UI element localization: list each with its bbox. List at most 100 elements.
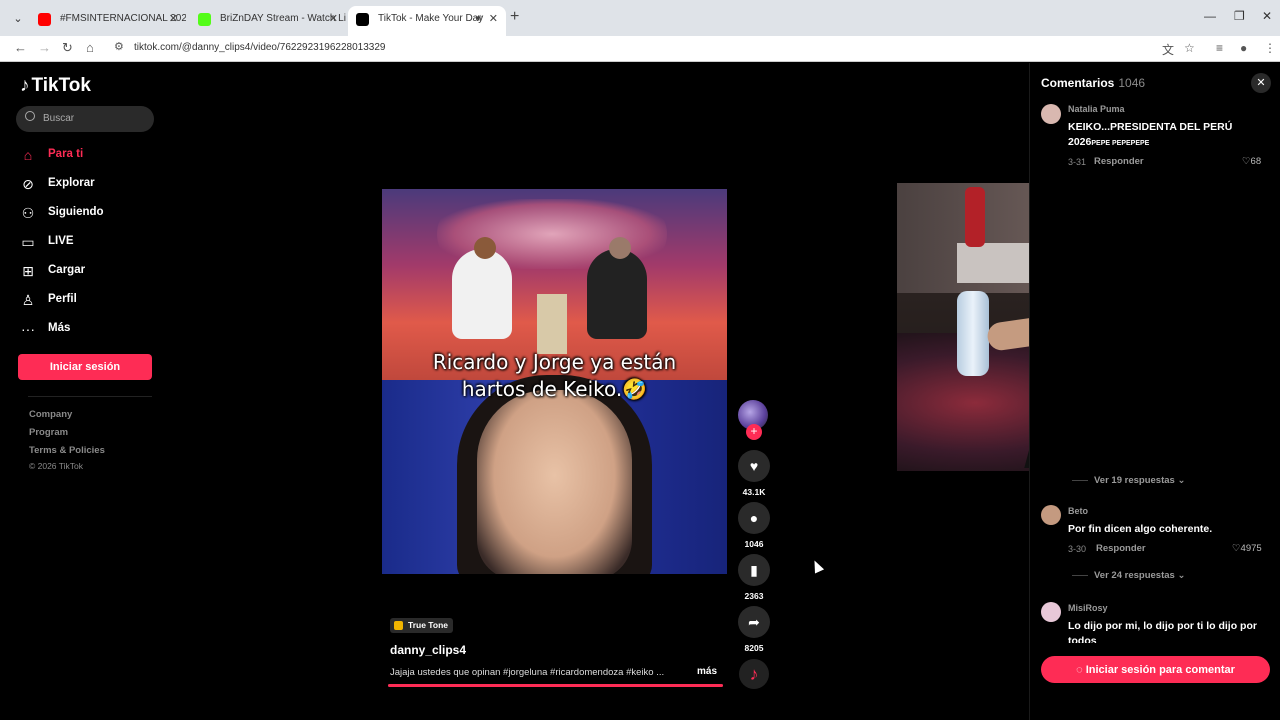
sound-badge-icon <box>394 621 403 630</box>
comment-author[interactable]: MisiRosy <box>1068 603 1108 613</box>
video-caption: Ricardo y Jorge ya están hartos de Keiko… <box>382 349 727 403</box>
avatar[interactable] <box>1041 104 1061 124</box>
reply-button[interactable]: Responder <box>1096 543 1146 554</box>
tiktok-page: ♪ TikTok Buscar ⌂ Para ti ⊘ Explorar ⚇ Si… <box>0 63 1280 720</box>
sidebar-item-perfil[interactable]: ♙ Perfil <box>20 290 170 312</box>
search-icon <box>25 111 35 121</box>
progress-fill <box>388 684 723 687</box>
close-comments-icon[interactable]: ✕ <box>1251 73 1271 93</box>
youtube-favicon-icon <box>38 13 51 26</box>
bookmark-icon[interactable]: ▮ <box>738 554 770 586</box>
upload-icon: ⊞ <box>22 263 34 279</box>
profile-icon[interactable]: ● <box>1240 41 1247 55</box>
tiktok-note-icon: ♪ <box>20 75 30 96</box>
sidebar-item-label: Siguiendo <box>48 206 104 218</box>
sound-badge-label: True Tone <box>408 620 448 630</box>
footer-link-program[interactable]: Program <box>29 427 68 438</box>
new-tab-icon[interactable]: + <box>510 8 519 26</box>
red-bottle <box>965 187 985 247</box>
sidebar-item-label: Más <box>48 322 71 334</box>
footer-link-terms[interactable]: Terms & Policies <box>29 445 105 456</box>
back-icon[interactable]: ← <box>14 40 27 55</box>
view-replies-button[interactable]: Ver 24 respuestas ⌄ <box>1072 570 1185 581</box>
menu-kebab-icon[interactable]: ⋮ <box>1264 41 1276 55</box>
caption-line: Ricardo y Jorge ya están <box>432 350 677 374</box>
woman-face <box>477 390 632 574</box>
view-replies-button[interactable]: Ver 19 respuestas ⌄ <box>1072 475 1185 486</box>
podcast-host-left <box>452 249 512 339</box>
sidebar-divider <box>28 396 152 397</box>
sidebar-item-explorar[interactable]: ⊘ Explorar <box>20 174 170 196</box>
tab-title: BriZnDAY Stream - Watch Live o <box>220 13 346 24</box>
minimize-icon[interactable]: — <box>1204 9 1216 23</box>
comment-text: KEIKO...PRESIDENTA DEL PERÚ 2026PEPE PEP… <box>1068 120 1268 151</box>
avatar[interactable] <box>1041 505 1061 525</box>
comment-author[interactable]: Beto <box>1068 506 1088 516</box>
compass-icon: ⊘ <box>22 176 34 192</box>
browser-tab-bar: ⌄ #FMSINTERNACIONAL 2025/20 ✕ BriZnDAY S… <box>0 0 1280 36</box>
music-disc-icon[interactable]: ♪ <box>739 659 769 689</box>
comment-author[interactable]: Natalia Puma <box>1068 104 1125 114</box>
close-tab-icon[interactable]: ✕ <box>169 6 178 32</box>
tiktok-logo[interactable]: ♪ TikTok <box>20 75 91 97</box>
sidebar-item-live[interactable]: ▭ LIVE <box>20 232 170 254</box>
water-bottle <box>957 291 989 376</box>
video-progress-bar[interactable] <box>388 684 723 687</box>
home-button-icon[interactable]: ⌂ <box>86 40 94 55</box>
comment-like[interactable]: ♡68 <box>1242 156 1261 167</box>
host-left-head <box>474 237 496 259</box>
comment-like[interactable]: ♡4975 <box>1232 543 1262 554</box>
url-field[interactable]: tiktok.com/@danny_clips4/video/762292319… <box>134 42 385 53</box>
login-button[interactable]: Iniciar sesión <box>18 354 152 380</box>
avatar[interactable] <box>1041 602 1061 622</box>
description-more-link[interactable]: más <box>697 666 717 677</box>
view-replies-label: Ver 24 respuestas <box>1094 570 1175 581</box>
browser-tab-tiktok[interactable]: TikTok - Make Your Day 🔊︎ ✕ <box>348 6 506 36</box>
address-bar: ← → ↻ ⌂ ⚙ tiktok.com/@danny_clips4/video… <box>0 36 1280 62</box>
comment-bubble-icon: ◌ <box>1076 663 1086 676</box>
heart-outline-icon: ♡ <box>1242 156 1251 167</box>
like-heart-icon[interactable]: ♥ <box>738 450 770 482</box>
browser-tab-youtube[interactable]: #FMSINTERNACIONAL 2025/20 ✕ <box>30 6 186 36</box>
sidebar-item-siguiendo[interactable]: ⚇ Siguiendo <box>20 203 170 225</box>
sidebar-item-mas[interactable]: ··· Más <box>20 319 170 341</box>
sidebar-item-para-ti[interactable]: ⌂ Para ti <box>20 145 170 167</box>
copyright: © 2026 TikTok <box>29 461 83 471</box>
more-icon: ··· <box>21 321 35 337</box>
caption-line: hartos de Keiko.🤣 <box>461 377 648 401</box>
logo-text: TikTok <box>31 75 91 96</box>
share-arrow-icon[interactable]: ➦ <box>738 606 770 638</box>
tiktok-favicon-icon <box>356 13 369 26</box>
media-control-icon[interactable]: ≡ <box>1216 41 1223 55</box>
sound-badge[interactable]: True Tone <box>390 618 453 633</box>
close-tab-icon[interactable]: ✕ <box>489 6 498 32</box>
replies-line <box>1072 479 1088 481</box>
window-close-icon[interactable]: ✕ <box>1262 9 1272 23</box>
login-to-comment-button[interactable]: ◌ Iniciar sesión para comentar <box>1041 656 1270 683</box>
reply-button[interactable]: Responder <box>1094 156 1144 167</box>
video-author-username[interactable]: danny_clips4 <box>390 643 466 657</box>
audio-playing-icon[interactable]: 🔊︎ <box>476 6 482 32</box>
reload-icon[interactable]: ↻ <box>62 40 73 56</box>
close-tab-icon[interactable]: ✕ <box>329 6 338 32</box>
tab-search-chevron-icon[interactable]: ⌄ <box>8 9 28 29</box>
video-description: Jajaja ustedes que opinan #jorgeluna #ri… <box>390 667 665 678</box>
restore-icon[interactable]: ❐ <box>1234 9 1245 23</box>
bookmark-star-icon[interactable]: ☆ <box>1184 41 1195 55</box>
search-input[interactable]: Buscar <box>16 106 154 132</box>
site-info-icon[interactable]: ⚙ <box>114 40 124 53</box>
footer-link-company[interactable]: Company <box>29 409 72 420</box>
podcast-host-right <box>587 249 647 339</box>
kick-favicon-icon <box>198 13 211 26</box>
following-icon: ⚇ <box>21 205 35 221</box>
forward-icon[interactable]: → <box>38 40 51 55</box>
browser-tab-kick[interactable]: BriZnDAY Stream - Watch Live o ✕ <box>190 6 346 36</box>
sidebar-item-cargar[interactable]: ⊞ Cargar <box>20 261 170 283</box>
heart-outline-icon: ♡ <box>1232 543 1241 554</box>
home-icon: ⌂ <box>23 147 33 163</box>
comment-bubble-icon[interactable]: ● <box>738 502 770 534</box>
save-count: 2363 <box>744 591 764 601</box>
video-player[interactable]: Ricardo y Jorge ya están hartos de Keiko… <box>382 189 727 574</box>
follow-plus-icon[interactable]: + <box>746 424 762 440</box>
translate-icon[interactable]: 文 <box>1162 41 1174 58</box>
